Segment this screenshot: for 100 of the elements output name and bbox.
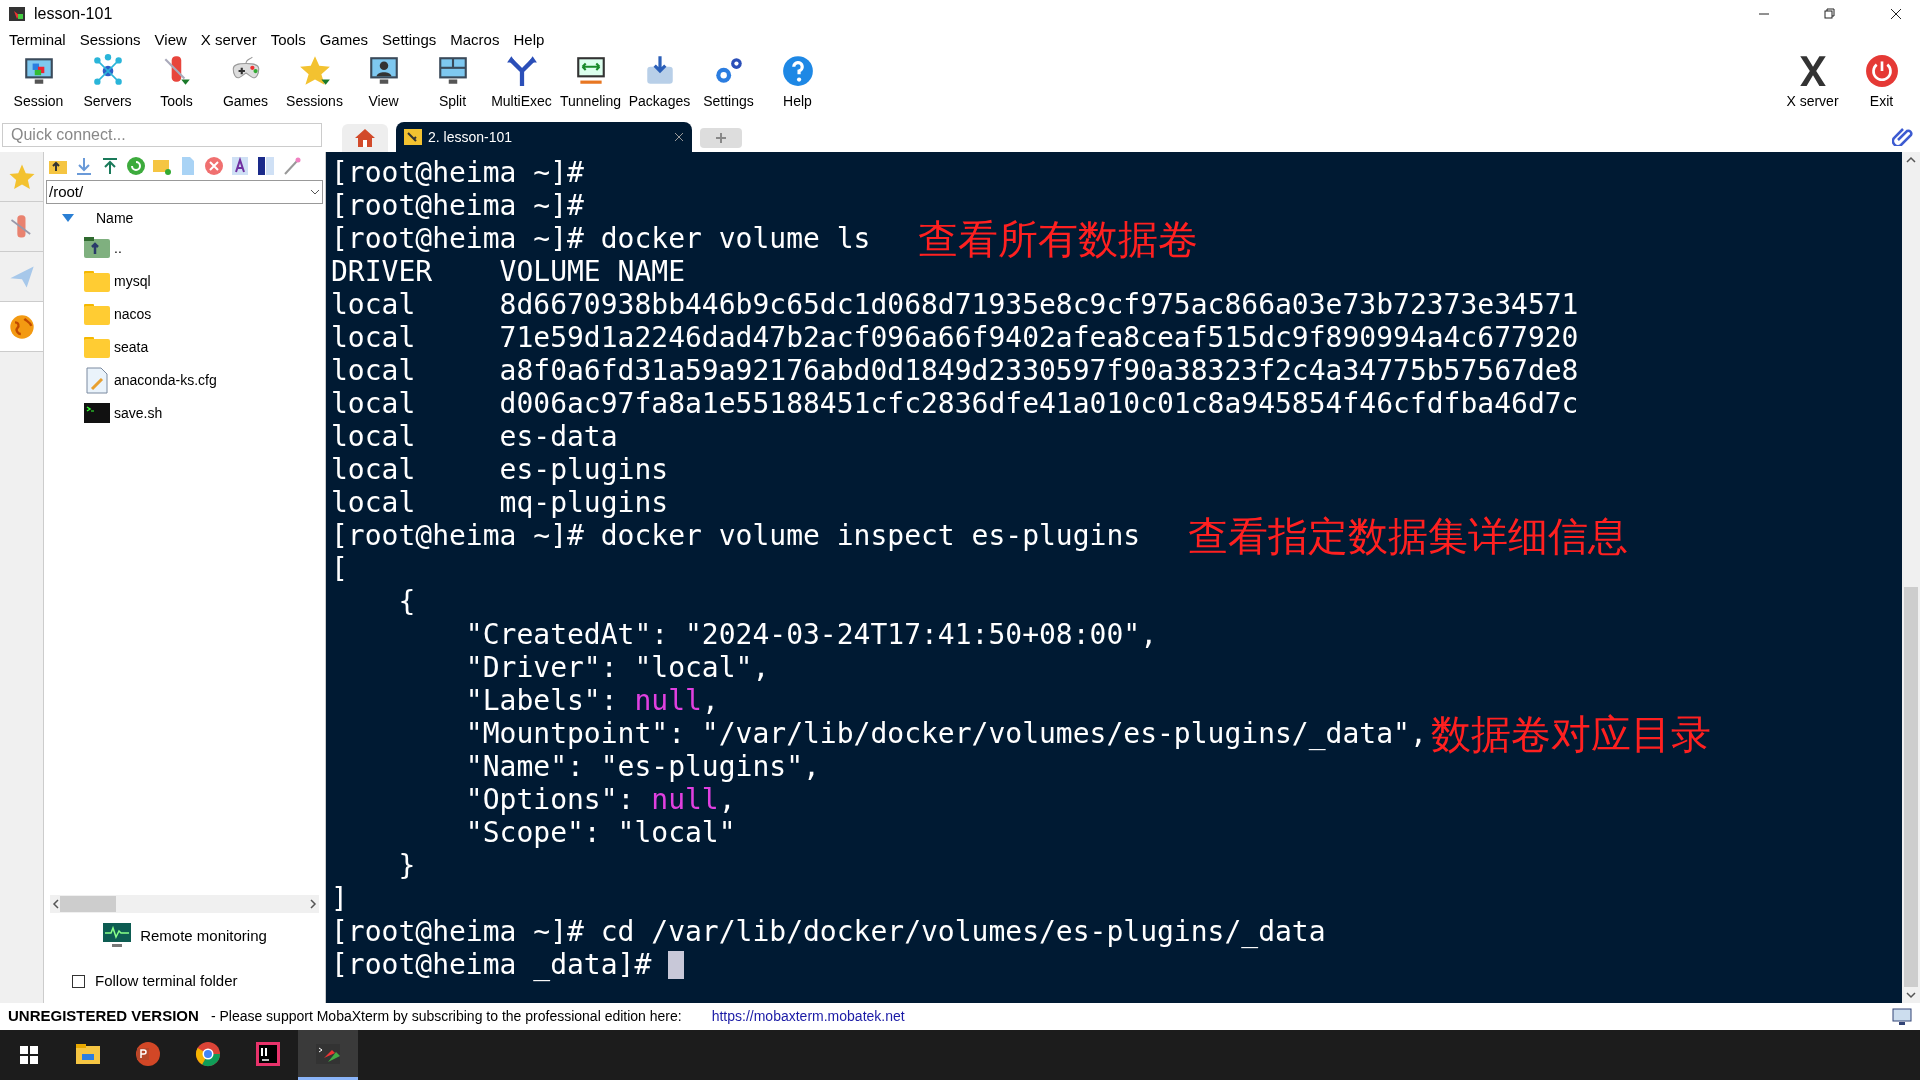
scroll-right-icon[interactable] — [309, 899, 317, 909]
file-item[interactable]: nacos — [44, 298, 325, 331]
terminal-line: "Scope": "local" — [464, 818, 736, 847]
download-icon[interactable] — [74, 156, 94, 176]
file-item[interactable]: save.sh — [44, 397, 325, 430]
menu-item[interactable]: Settings — [375, 28, 444, 52]
terminal-line: "Labels": null, — [464, 686, 719, 715]
menu-item[interactable]: Sessions — [72, 28, 148, 52]
sftp-tab[interactable] — [0, 302, 43, 352]
remote-monitoring-button[interactable]: Remote monitoring — [140, 924, 267, 948]
terminal-line: "Options": null, — [464, 785, 736, 814]
terminal-line: local es-data — [331, 422, 618, 451]
column-header[interactable]: Name — [96, 207, 134, 229]
horizontal-scrollbar[interactable] — [50, 895, 319, 913]
annotation: 查看所有数据卷 — [918, 218, 1199, 259]
toolbar-button[interactable]: Settings — [694, 54, 763, 108]
file-item[interactable]: .. — [44, 232, 325, 265]
file-item[interactable]: mysql — [44, 265, 325, 298]
terminal-line: [root@heima ~]# docker volume ls — [331, 224, 871, 253]
toolbar-button[interactable]: Help — [763, 54, 832, 108]
new-tab-button[interactable] — [700, 128, 742, 148]
terminal-line: "CreatedAt": "2024-03-24T17:41:50+08:00", — [464, 620, 1157, 649]
session-tab[interactable]: 2. lesson-101 — [396, 122, 692, 152]
terminal-line: "Driver": "local", — [464, 653, 770, 682]
terminal-line: } — [397, 851, 416, 880]
toolbar-button[interactable]: Packages — [625, 54, 694, 108]
chevron-down-icon — [310, 189, 320, 195]
toolbar-button[interactable]: X server — [1778, 54, 1847, 108]
refresh-icon[interactable] — [126, 156, 146, 176]
browser-icon — [194, 1039, 222, 1068]
toolbar-button[interactable]: Exit — [1847, 54, 1916, 108]
fork-icon — [504, 54, 539, 88]
toolbar-button[interactable]: MultiExec — [487, 54, 556, 108]
power-icon — [1864, 54, 1899, 88]
wand-icon[interactable] — [282, 156, 302, 176]
toolbar-button[interactable]: View — [349, 54, 418, 108]
terminal-line: [root@heima _data]# — [331, 950, 653, 979]
file-item[interactable]: seata — [44, 331, 325, 364]
collapse-icon[interactable] — [62, 214, 74, 222]
toolbar-button[interactable]: Tunneling — [556, 54, 625, 108]
menu-item[interactable]: View — [147, 28, 194, 52]
terminal-line: ] — [331, 884, 348, 913]
delete-icon[interactable] — [204, 156, 224, 176]
globe-icon — [7, 312, 36, 341]
terminal-line: [root@heima ~]# — [331, 158, 584, 187]
properties-icon[interactable] — [256, 156, 276, 176]
home-icon — [354, 128, 376, 148]
terminal-line: "Name": "es-plugins", — [464, 752, 820, 781]
vertical-scrollbar[interactable] — [1902, 152, 1920, 1003]
monitor-icon[interactable] — [1892, 1007, 1912, 1026]
close-icon[interactable] — [674, 132, 684, 142]
annotation: 数据卷对应目录 — [1430, 713, 1711, 754]
window-title: lesson-101 — [34, 4, 113, 24]
upload-icon[interactable] — [100, 156, 120, 176]
menu-item[interactable]: X server — [193, 28, 264, 52]
website-link[interactable]: https://mobaxterm.mobatek.net — [711, 1006, 905, 1027]
support-message: - Please support MobaXterm by subscribing to the professional edition here: — [210, 1007, 682, 1026]
terminal-line: local mq-plugins — [331, 488, 669, 517]
terminal-line: [root@heima ~]# docker volume inspect es-plugins — [331, 521, 1141, 550]
terminal-line: DRIVER VOLUME NAME — [331, 257, 685, 286]
scroll-up-icon[interactable] — [1906, 156, 1916, 164]
annotation: 查看指定数据集详细信息 — [1188, 515, 1629, 556]
key-icon — [404, 129, 422, 145]
file-item[interactable]: anaconda-ks.cfg — [44, 364, 325, 397]
menu-item[interactable]: Games — [312, 28, 376, 52]
restore-icon[interactable] — [1824, 8, 1836, 20]
version-label: UNREGISTERED VERSION — [8, 1006, 199, 1027]
terminal-line: [root@heima ~]# — [331, 191, 584, 220]
plus-icon — [716, 133, 726, 143]
terminal-line: { — [397, 587, 416, 616]
toolbar-button[interactable]: Split — [418, 54, 487, 108]
toolbar-button[interactable]: Sessions — [280, 54, 349, 108]
scrollbar-thumb[interactable] — [60, 896, 116, 912]
toolbar-button[interactable]: Games — [211, 54, 280, 108]
terminal-line: local es-plugins — [331, 455, 669, 484]
path-dropdown[interactable]: /root/ — [46, 180, 323, 204]
menu-item[interactable]: Terminal — [2, 28, 73, 52]
checkbox-label[interactable]: Follow terminal folder — [95, 969, 238, 993]
monitor-icon — [102, 922, 133, 950]
rename-icon[interactable] — [230, 156, 250, 176]
taskbar-app[interactable] — [298, 1030, 358, 1080]
quick-connect-field[interactable]: Quick connect... — [2, 123, 322, 147]
menu-item[interactable]: Tools — [263, 28, 313, 52]
home-tab[interactable] — [342, 124, 388, 152]
terminal-line: local 71e59d1a2246dad47b2acf096a66f9402afea8ceaf515dc9f890994a4c677920 — [331, 323, 1579, 352]
toolbar-button[interactable]: Tools — [142, 54, 211, 108]
menu-item[interactable]: Help — [506, 28, 552, 52]
close-icon[interactable] — [1890, 8, 1902, 20]
terminal[interactable] — [326, 152, 1920, 1003]
toolbar-button[interactable]: Servers — [73, 54, 142, 108]
checkbox[interactable] — [72, 974, 85, 988]
menu-item[interactable]: Macros — [443, 28, 507, 52]
scrollbar-thumb[interactable] — [1904, 587, 1918, 987]
help-icon — [780, 54, 815, 88]
ide-icon — [254, 1039, 282, 1068]
toolbar-button[interactable]: Session — [4, 54, 73, 108]
app-icon — [8, 5, 26, 23]
scroll-left-icon[interactable] — [52, 899, 60, 909]
scroll-down-icon[interactable] — [1906, 991, 1916, 999]
slides-icon — [134, 1039, 162, 1068]
